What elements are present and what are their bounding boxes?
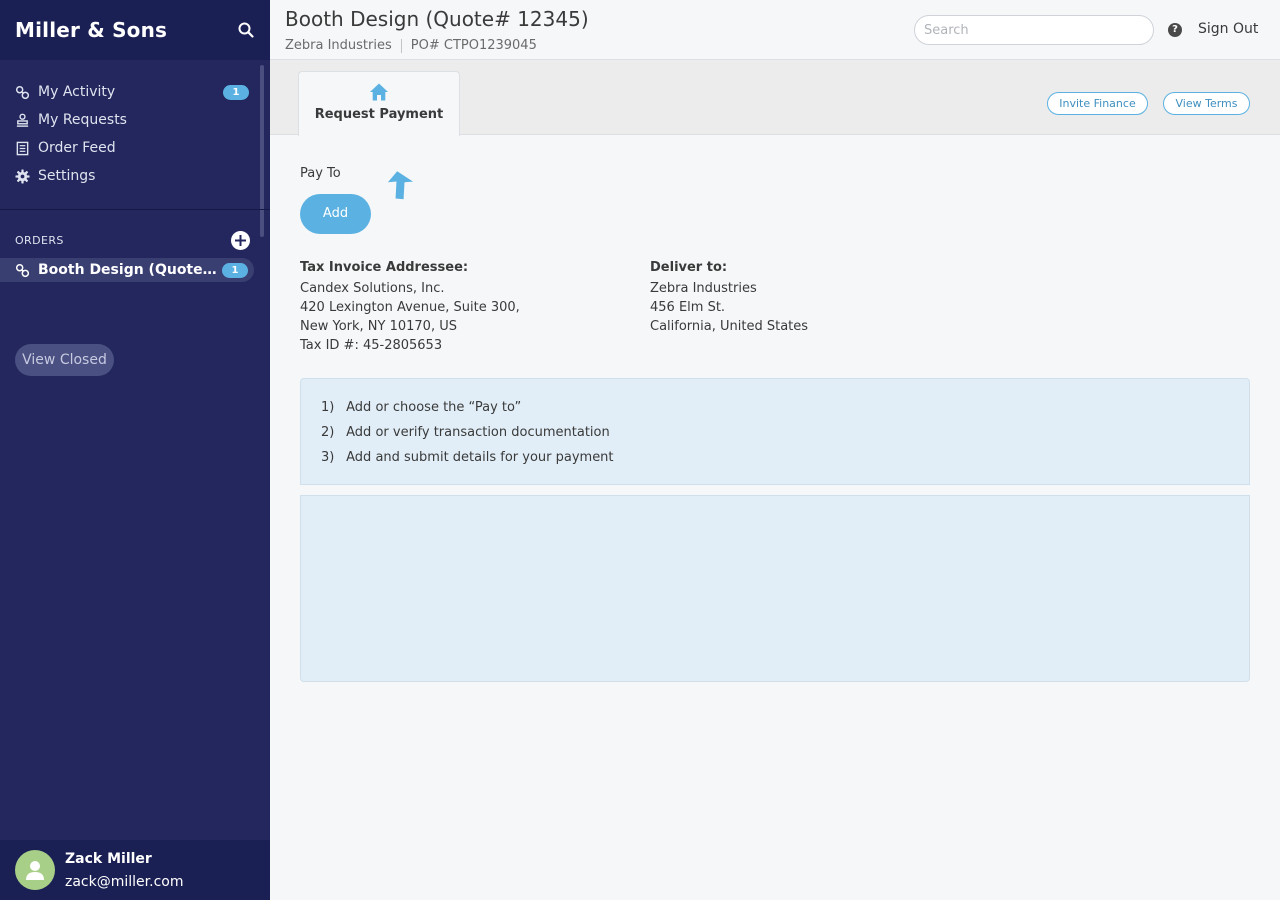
avatar bbox=[15, 850, 55, 890]
tab-label: Request Payment bbox=[314, 107, 444, 122]
subtitle-divider bbox=[400, 38, 402, 53]
step-number: 3) bbox=[321, 450, 335, 465]
search-input[interactable] bbox=[914, 15, 1154, 45]
sign-out-link[interactable]: Sign Out bbox=[1198, 21, 1258, 37]
user-icon bbox=[26, 861, 44, 880]
sidebar-order-booth-design[interactable]: Booth Design (Quote# 12345) 1 bbox=[0, 258, 254, 282]
page-subtitle: Zebra Industries PO# CTPO1239045 bbox=[285, 38, 537, 53]
tax-invoice-title: Tax Invoice Addressee: bbox=[300, 260, 469, 275]
step-text: Add or choose the “Pay to” bbox=[346, 400, 522, 415]
address-line: 456 Elm St. bbox=[650, 300, 726, 315]
instruction-step: 2) Add or verify transaction documentati… bbox=[321, 420, 1229, 445]
sidebar: Miller & Sons My Activity 1 My Requests bbox=[0, 0, 270, 900]
instruction-step: 3) Add and submit details for your payme… bbox=[321, 445, 1229, 470]
activity-count-badge: 1 bbox=[223, 85, 249, 100]
nav-label: Order Feed bbox=[38, 140, 116, 156]
step-number: 1) bbox=[321, 400, 335, 415]
address-line: Zebra Industries bbox=[650, 281, 757, 296]
add-order-button[interactable] bbox=[231, 230, 250, 250]
step-text: Add or verify transaction documentation bbox=[346, 425, 610, 440]
user-email: zack@miller.com bbox=[65, 873, 184, 890]
address-line: Candex Solutions, Inc. bbox=[300, 281, 445, 296]
tax-id: Tax ID #: 45-2805653 bbox=[300, 338, 443, 353]
search-icon[interactable] bbox=[237, 21, 255, 39]
stamp-icon bbox=[16, 113, 29, 127]
sidebar-divider bbox=[0, 209, 270, 210]
pointer-arrow-icon bbox=[387, 171, 414, 200]
sidebar-scrollbar[interactable] bbox=[260, 65, 264, 237]
order-count-badge: 1 bbox=[222, 263, 248, 278]
main-nav: My Activity 1 My Requests Order Feed Set… bbox=[0, 60, 270, 190]
document-icon bbox=[16, 141, 29, 155]
view-terms-button[interactable]: View Terms bbox=[1163, 92, 1250, 115]
company-name: Zebra Industries bbox=[285, 38, 392, 53]
address-line: 420 Lexington Avenue, Suite 300, bbox=[300, 300, 520, 315]
orders-label: ORDERS bbox=[15, 233, 64, 247]
details-panel bbox=[300, 495, 1250, 682]
page-header: Booth Design (Quote# 12345) Zebra Indust… bbox=[270, 0, 1280, 60]
add-pay-to-button[interactable]: Add bbox=[300, 194, 371, 234]
link-icon bbox=[15, 85, 30, 99]
instructions-panel: 1) Add or choose the “Pay to” 2) Add or … bbox=[300, 378, 1250, 485]
instruction-step: 1) Add or choose the “Pay to” bbox=[321, 395, 1229, 420]
pay-to-label: Pay To bbox=[300, 166, 341, 181]
po-number: PO# CTPO1239045 bbox=[410, 38, 537, 53]
nav-item-order-feed[interactable]: Order Feed bbox=[0, 134, 270, 162]
invite-finance-button[interactable]: Invite Finance bbox=[1047, 92, 1148, 115]
address-line: New York, NY 10170, US bbox=[300, 319, 457, 334]
gear-icon bbox=[15, 168, 30, 184]
user-info: Zack Miller zack@miller.com bbox=[65, 851, 183, 890]
view-closed-button[interactable]: View Closed bbox=[15, 344, 114, 376]
tab-bar: Request Payment Invite Finance View Term… bbox=[270, 60, 1280, 136]
nav-label: My Activity bbox=[38, 84, 116, 100]
step-number: 2) bbox=[321, 425, 335, 440]
nav-item-my-activity[interactable]: My Activity 1 bbox=[0, 78, 270, 106]
nav-label: My Requests bbox=[38, 112, 127, 128]
nav-item-my-requests[interactable]: My Requests bbox=[0, 106, 270, 134]
order-label: Booth Design (Quote# 12345) bbox=[38, 262, 218, 278]
orders-header: ORDERS bbox=[15, 230, 250, 250]
brand-name: Miller & Sons bbox=[15, 18, 168, 42]
link-icon bbox=[15, 263, 30, 277]
deliver-to-title: Deliver to: bbox=[650, 260, 728, 275]
tab-request-payment[interactable]: Request Payment bbox=[298, 71, 460, 136]
tax-invoice-addressee: Tax Invoice Addressee: Candex Solutions,… bbox=[300, 258, 520, 355]
plus-icon bbox=[235, 234, 246, 246]
deliver-to: Deliver to: Zebra Industries 456 Elm St.… bbox=[650, 258, 808, 336]
page-title: Booth Design (Quote# 12345) bbox=[285, 7, 589, 31]
nav-label: Settings bbox=[38, 168, 96, 184]
step-text: Add and submit details for your payment bbox=[346, 450, 614, 465]
address-line: California, United States bbox=[650, 319, 809, 334]
user-profile[interactable]: Zack Miller zack@miller.com bbox=[0, 840, 270, 900]
brand-bar: Miller & Sons bbox=[0, 0, 270, 60]
user-name: Zack Miller bbox=[65, 850, 152, 867]
nav-item-settings[interactable]: Settings bbox=[0, 162, 270, 190]
home-icon bbox=[370, 83, 388, 101]
help-icon[interactable]: ? bbox=[1168, 23, 1182, 37]
